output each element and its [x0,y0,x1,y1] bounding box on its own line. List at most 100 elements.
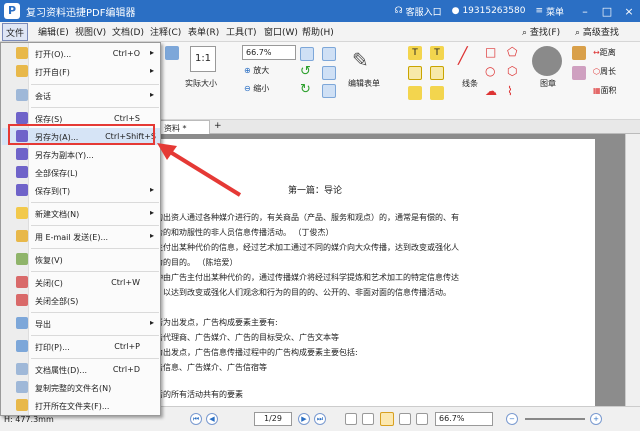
facing-view-icon[interactable] [380,412,394,426]
fit-width-icon[interactable] [322,47,336,61]
menu-item-label: 保存到(T) [35,187,71,196]
menu-item-email[interactable]: 用 E-mail 发送(E)... ▸ [2,228,160,245]
continuous-page-icon[interactable] [322,84,336,98]
menu-item-save-copy[interactable]: 另存为副本(Y)... [2,146,160,163]
close-icon[interactable]: × [618,5,640,18]
callout-icon[interactable] [430,86,444,100]
fit-page-icon[interactable] [300,47,314,61]
line-icon[interactable]: ╱ [458,46,468,65]
menu-item-shortcut: Ctrl+W [111,278,140,287]
menu-separator [31,248,159,249]
status-zoom-in-icon[interactable]: + [590,413,602,425]
status-zoom-out-icon[interactable]: − [506,413,518,425]
menu-help[interactable]: 帮助(H) [302,25,334,38]
polygon-icon[interactable]: ⬡ [507,64,517,78]
menu-item-open-from[interactable]: 打开自(F) ▸ [2,63,160,80]
menu-item-shortcut: Ctrl+S [113,114,140,123]
grid-view-icon[interactable] [416,413,428,425]
actual-size-button[interactable]: 1:1 [190,46,216,72]
document-tab[interactable]: 资料 * [160,120,210,134]
vertical-scrollbar[interactable] [625,134,640,406]
menu-item-close-all[interactable]: 关闭全部(S) [2,292,160,309]
zoom-slider[interactable] [525,418,585,420]
next-page-icon[interactable]: ▶ [298,413,310,425]
menu-form[interactable]: 表单(R) [188,25,219,38]
menu-bar: 文件 编辑(E) 视图(V) 文档(D) 注释(C) 表单(R) 工具(T) 窗… [0,22,640,42]
save-all-icon [16,166,28,178]
status-zoom-select[interactable]: 66.7% [435,412,493,426]
distance-label: 距离 [599,48,616,57]
perimeter-button[interactable]: ⬡周长 [593,66,616,77]
ellipse-icon[interactable]: ○ [485,64,495,78]
menu-item-save-all[interactable]: 全部保存(L) [2,164,160,181]
single-page-icon[interactable] [322,66,336,80]
menu-file[interactable]: 文件 [2,23,29,41]
menu-item-properties[interactable]: 文档属性(D)... Ctrl+D [2,361,160,378]
zoom-out-label: 缩小 [253,84,270,93]
advanced-find-button[interactable]: ⌕ 高级查找 [575,25,619,38]
user-account[interactable]: ● 19315263580 [452,6,526,16]
zoom-in-button[interactable]: ⊕ 放大 [244,65,269,76]
menu-item-open[interactable]: 打开(O)... Ctrl+O ▸ [2,45,160,62]
menu-item-print[interactable]: 打印(P)... Ctrl+P [2,338,160,355]
zoom-out-button[interactable]: ⊖ 缩小 [244,83,269,94]
zoom-select[interactable]: 66.7% [242,45,296,60]
app-logo: P [4,3,20,19]
folder-icon [16,65,28,77]
new-tab-icon[interactable]: + [214,121,222,131]
menu-view[interactable]: 视图(V) [75,25,106,38]
rotate-right-icon[interactable]: ↻ [300,82,311,97]
annotation-highlight-box [8,124,155,145]
pentagon-icon[interactable]: ⬠ [507,45,517,59]
menu-edit[interactable]: 编辑(E) [38,25,69,38]
first-page-icon[interactable]: ⏮ [190,413,202,425]
maximize-icon[interactable]: □ [596,5,618,18]
customer-service-button[interactable]: ☊ 客服入口 [395,5,442,18]
text-tool-icon[interactable]: T [408,46,422,60]
menu-comment[interactable]: 注释(C) [150,25,181,38]
rectangle-icon[interactable]: □ [485,45,496,59]
menu-document[interactable]: 文档(D) [112,25,144,38]
snapshot-icon[interactable] [165,46,179,60]
distance-icon: ↔ [593,48,600,57]
menu-button[interactable]: ≡ 菜单 [535,5,564,18]
document-line: 的出资人通过各种媒介进行的，有关商品（产品、服务和观点）的，通常是有偿的、有 [155,213,459,222]
menu-item-revert[interactable]: 恢复(V) [2,251,160,268]
distance-button[interactable]: ↔距离 [593,47,616,58]
menu-item-save-to[interactable]: 保存到(T) ▸ [2,182,160,199]
open-folder-icon [16,399,28,411]
eraser-icon[interactable] [572,46,586,60]
rotate-left-icon[interactable]: ↺ [300,64,311,79]
note-icon[interactable] [408,86,422,100]
cloud-icon[interactable]: ☁ [485,84,497,98]
underline-icon[interactable] [430,66,444,80]
email-icon [16,230,28,242]
highlight-icon[interactable] [408,66,422,80]
document-line: 者为出发点，广告构成要素主要有: [155,318,278,327]
menu-tools[interactable]: 工具(T) [226,25,257,38]
menu-item-session[interactable]: 会话 ▸ [2,87,160,104]
stamp-button[interactable] [532,46,562,76]
menu-item-open-folder[interactable]: 打开所在文件夹(F)... [2,397,160,414]
prev-page-icon[interactable]: ◀ [206,413,218,425]
typewriter-icon[interactable]: T [430,46,444,60]
edit-form-icon[interactable]: ✎ [352,48,369,72]
menu-item-close[interactable]: 关闭(C) Ctrl+W [2,274,160,291]
pencil-icon[interactable] [572,66,586,80]
coords-readout: H: 477.3mm [4,415,54,424]
menu-item-new-document[interactable]: 新建文档(N) ▸ [2,205,160,222]
menu-item-export[interactable]: 导出 ▸ [2,315,160,332]
document-line: 为出发点，广告信息传播过程中的广告构成要素主要包括: [155,348,358,357]
menu-item-copy-filename[interactable]: 复制完整的文件名(N) [2,379,160,396]
submenu-arrow-icon: ▸ [149,48,154,57]
polyline-icon[interactable]: ⌇ [507,84,513,98]
find-button[interactable]: ⌕ 查找(F) [522,25,560,38]
area-button[interactable]: ▦面积 [593,85,617,96]
minimize-icon[interactable]: – [574,5,596,18]
continuous-view-icon[interactable] [362,413,374,425]
single-view-icon[interactable] [345,413,357,425]
menu-window[interactable]: 窗口(W) [264,25,298,38]
last-page-icon[interactable]: ⏭ [314,413,326,425]
cover-view-icon[interactable] [399,413,411,425]
page-number-input[interactable]: 1/29 [254,412,292,426]
